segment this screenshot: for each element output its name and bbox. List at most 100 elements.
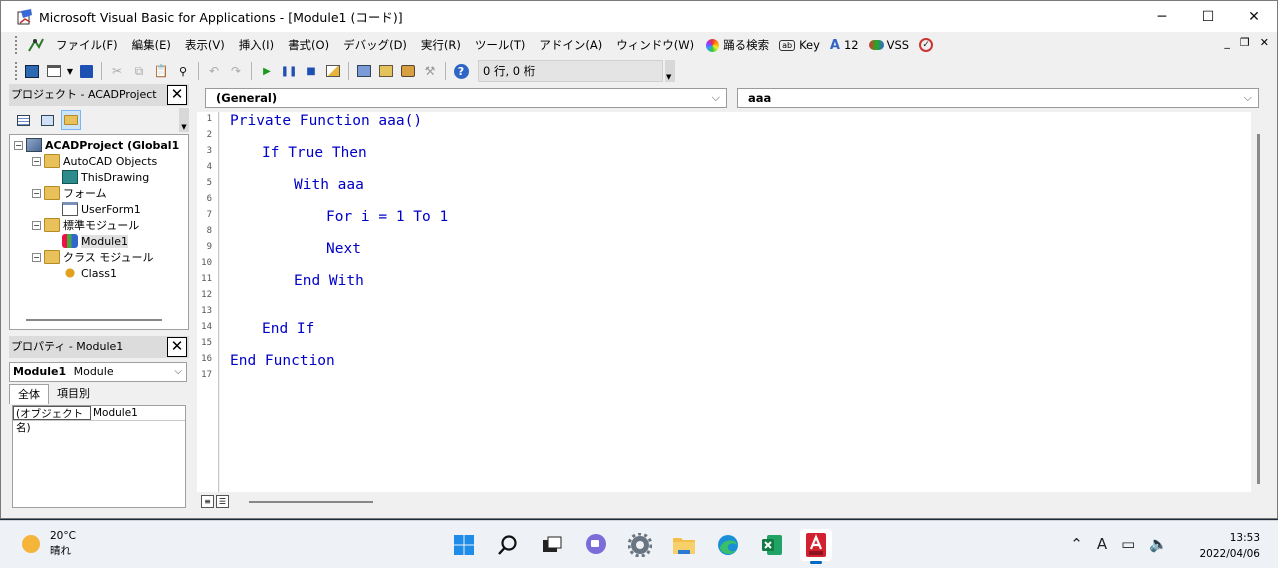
check-button[interactable]: ✓ — [914, 38, 938, 52]
font-size-button[interactable]: A 12 — [825, 38, 864, 53]
vertical-scrollbar[interactable] — [1251, 112, 1269, 492]
toolbar-grip[interactable] — [15, 62, 19, 80]
clock[interactable]: 13:53 2022/04/06 — [1199, 530, 1260, 562]
properties-window-button[interactable] — [375, 60, 397, 82]
mdi-restore-button[interactable]: ❐ — [1240, 36, 1250, 49]
minimize-button[interactable]: ─ — [1139, 1, 1185, 32]
menu-run[interactable]: 実行(R) — [414, 34, 468, 56]
volume-icon[interactable]: 🔈 — [1149, 535, 1168, 553]
menu-addins[interactable]: アドイン(A) — [532, 34, 609, 56]
procedure-view-button[interactable]: ≡ — [201, 495, 214, 508]
tree-node[interactable]: Class1 — [50, 265, 117, 281]
close-button[interactable]: ✕ — [1231, 1, 1277, 32]
key-button[interactable]: ab Key — [774, 38, 825, 52]
maximize-button[interactable]: ☐ — [1185, 1, 1231, 32]
file-explorer-button[interactable] — [668, 529, 700, 561]
cut-button[interactable]: ✂ — [106, 60, 128, 82]
object-browser-button[interactable] — [397, 60, 419, 82]
excel-button[interactable] — [756, 529, 788, 561]
design-mode-button[interactable] — [322, 60, 344, 82]
reset-button[interactable]: ■ — [300, 60, 322, 82]
weather-widget[interactable]: 20°C 晴れ — [22, 529, 76, 559]
menu-view[interactable]: 表示(V) — [178, 34, 232, 56]
tree-node[interactable]: Module1 — [50, 233, 128, 249]
run-button[interactable]: ▶ — [256, 60, 278, 82]
toolbox-button[interactable]: ⚒ — [419, 60, 441, 82]
menu-debug[interactable]: デバッグ(D) — [336, 34, 414, 56]
paste-button[interactable]: 📋 — [150, 60, 172, 82]
copy-button[interactable]: ⧉ — [128, 60, 150, 82]
vba-doc-icon[interactable] — [23, 37, 49, 53]
help-button[interactable]: ? — [450, 60, 472, 82]
menu-tools[interactable]: ツール(T) — [468, 34, 533, 56]
code-line[interactable]: With aaa — [294, 177, 364, 193]
insert-dropdown-arrow[interactable]: ▼ — [65, 60, 75, 82]
code-line[interactable]: Private Function aaa() — [230, 113, 422, 129]
full-module-view-button[interactable]: ☰ — [216, 495, 229, 508]
code-editor[interactable]: Private Function aaa() If True Then With a… — [220, 112, 1251, 492]
property-value[interactable]: Module1 — [91, 406, 138, 420]
view-code-button[interactable] — [13, 110, 33, 130]
break-button[interactable]: ❚❚ — [278, 60, 300, 82]
tree-node[interactable]: UserForm1 — [50, 201, 141, 217]
undo-button[interactable]: ↶ — [203, 60, 225, 82]
tree-node[interactable]: − フォーム — [32, 185, 107, 201]
redo-button[interactable]: ↷ — [225, 60, 247, 82]
scroll-thumb[interactable] — [1257, 134, 1260, 484]
property-row[interactable]: (オブジェクト名) Module1 — [13, 406, 185, 434]
view-object-button[interactable] — [37, 110, 57, 130]
code-line[interactable]: End With — [294, 273, 364, 289]
view-host-button[interactable] — [21, 60, 43, 82]
code-line[interactable]: End Function — [230, 353, 335, 369]
object-select[interactable]: Module1 Module ⌵ — [9, 362, 187, 382]
tree-node[interactable]: − 標準モジュール — [32, 217, 139, 233]
collapse-toggle[interactable]: − — [32, 156, 41, 166]
menu-file[interactable]: ファイル(F) — [49, 34, 125, 56]
properties-close-button[interactable]: ✕ — [167, 337, 187, 357]
toggle-folders-button[interactable] — [61, 110, 81, 130]
title-bar[interactable]: Microsoft Visual Basic for Applications … — [1, 1, 1277, 32]
chevron-up-icon[interactable]: ⌃ — [1070, 535, 1083, 553]
collapse-toggle[interactable]: − — [32, 252, 41, 262]
menu-window[interactable]: ウィンドウ(W) — [609, 34, 701, 56]
collapse-toggle[interactable]: − — [32, 220, 41, 230]
menu-edit[interactable]: 編集(E) — [125, 34, 178, 56]
settings-button[interactable] — [624, 529, 656, 561]
save-button[interactable] — [75, 60, 97, 82]
tab-categorized[interactable]: 項目別 — [49, 384, 98, 404]
menu-insert[interactable]: 挿入(I) — [232, 34, 281, 56]
panel-toolbar-options[interactable]: ▼ — [179, 108, 189, 132]
task-view-button[interactable] — [536, 529, 568, 561]
network-icon[interactable]: ▭ — [1121, 535, 1135, 553]
mdi-close-button[interactable]: ✕ — [1260, 36, 1269, 49]
toolbar-options-button[interactable]: ▼ — [665, 60, 675, 82]
code-line[interactable]: For i = 1 To 1 — [326, 209, 448, 225]
menubar-grip[interactable] — [15, 36, 19, 54]
autocad-button[interactable] — [800, 529, 832, 564]
tab-alphabetic[interactable]: 全体 — [9, 384, 49, 404]
collapse-toggle[interactable]: − — [32, 188, 41, 198]
object-combo[interactable]: (General) ⌵ — [205, 88, 727, 108]
mdi-minimize-button[interactable]: _ — [1224, 36, 1230, 49]
project-close-button[interactable]: ✕ — [167, 85, 187, 105]
tree-node[interactable]: − AutoCAD Objects — [32, 153, 157, 169]
tree-node[interactable]: − ACADProject (Global1 — [14, 137, 179, 153]
tree-node[interactable]: − クラス モジュール — [32, 249, 154, 265]
tree-horizontal-scrollbar[interactable] — [26, 319, 162, 321]
collapse-toggle[interactable]: − — [14, 140, 23, 150]
find-button[interactable]: ⚲ — [172, 60, 194, 82]
chat-button[interactable] — [580, 529, 612, 561]
code-line[interactable]: End If — [262, 321, 314, 337]
ime-mode-icon[interactable]: A — [1097, 535, 1107, 553]
horizontal-scrollbar[interactable] — [249, 501, 373, 503]
code-line[interactable]: If True Then — [262, 145, 367, 161]
vss-button[interactable]: VSS — [864, 38, 914, 52]
start-button[interactable] — [448, 529, 480, 561]
menu-format[interactable]: 書式(O) — [281, 34, 336, 56]
procedure-combo[interactable]: aaa ⌵ — [737, 88, 1259, 108]
edge-button[interactable] — [712, 529, 744, 561]
code-line[interactable]: Next — [326, 241, 361, 257]
odoru-search-button[interactable]: 踊る検索 — [701, 37, 774, 53]
project-explorer-button[interactable] — [353, 60, 375, 82]
search-button[interactable] — [492, 529, 524, 561]
